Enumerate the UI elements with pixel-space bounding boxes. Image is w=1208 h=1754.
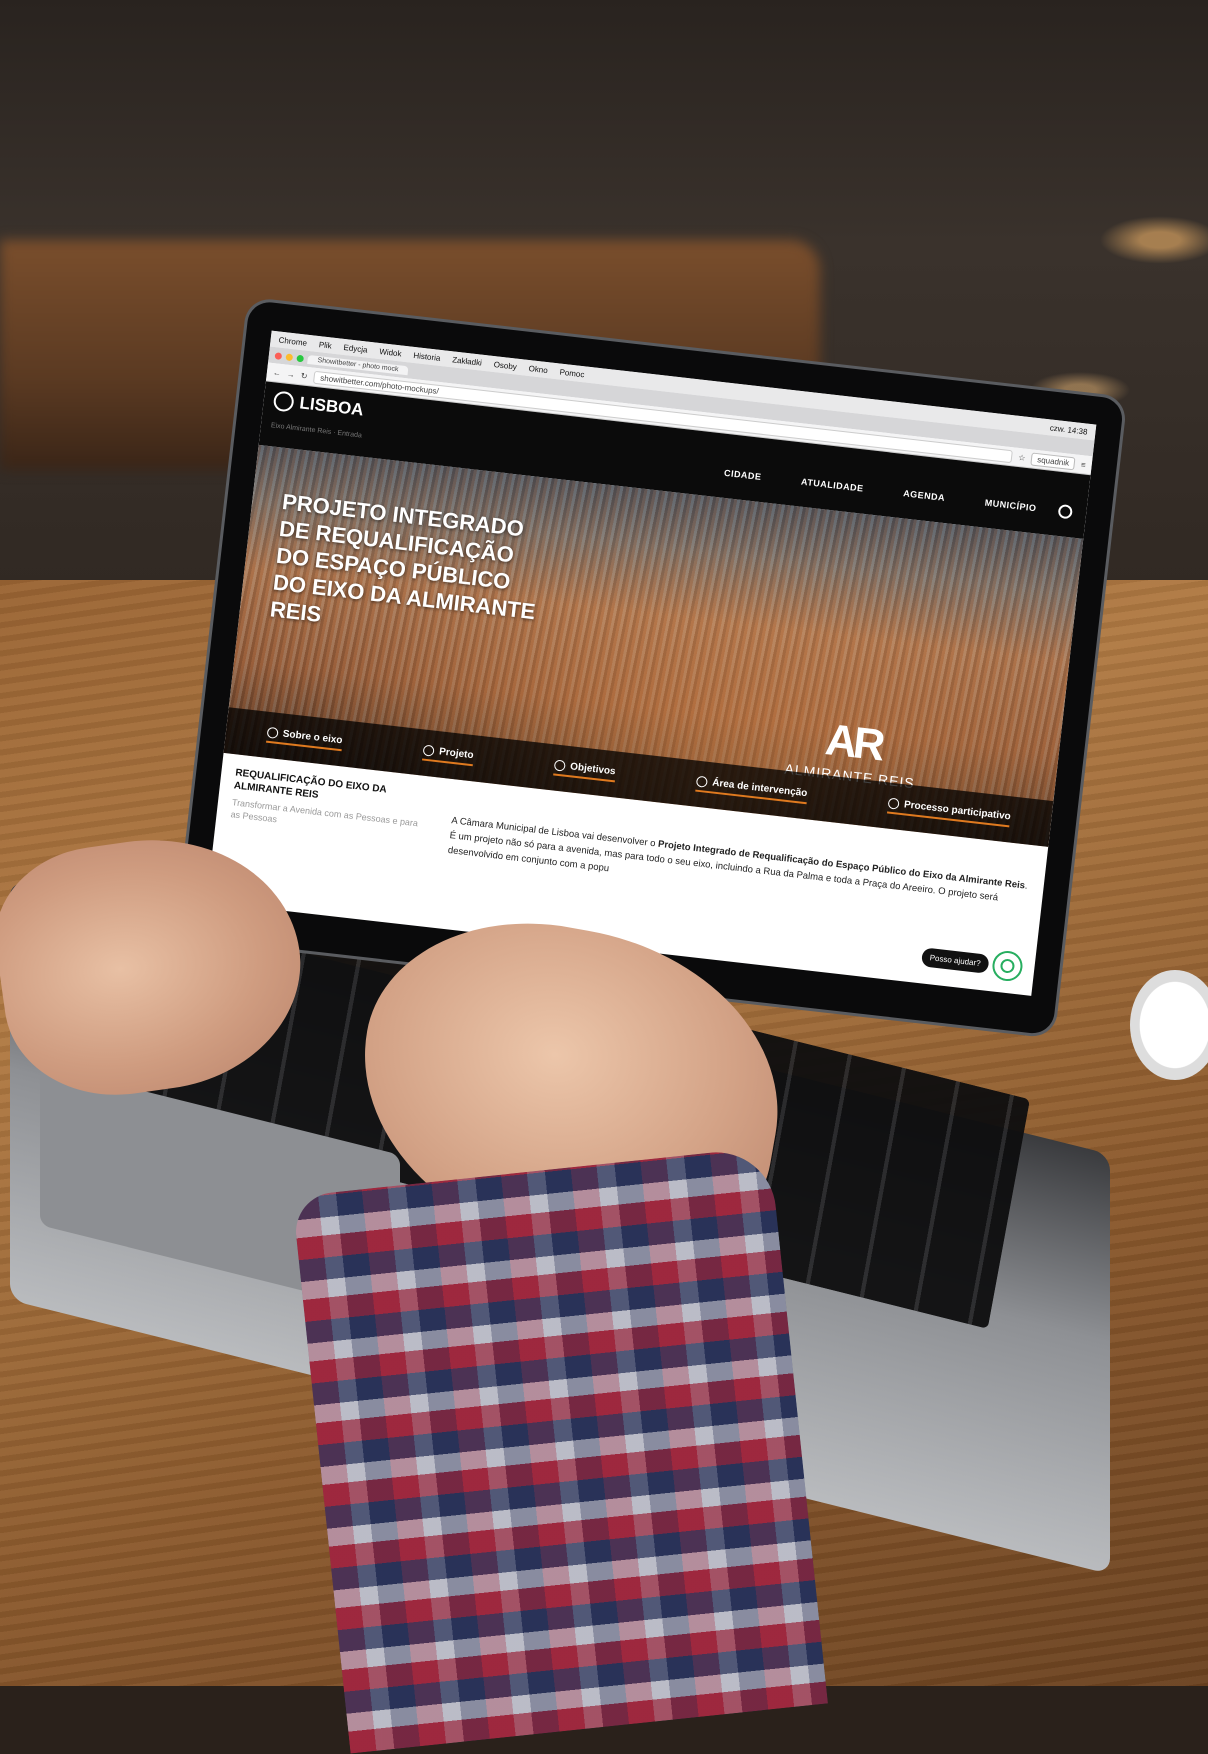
tab-processo-participativo[interactable]: Processo participativo [886,797,1012,828]
half-circle-icon [422,744,435,757]
back-icon[interactable]: ← [272,368,281,378]
nav-atualidade[interactable]: ATUALIDADE [801,477,865,494]
minimize-window-icon[interactable] [285,352,294,361]
menu-item[interactable]: Zakładki [452,355,483,367]
profile-button[interactable]: squadnik [1030,452,1076,470]
help-button[interactable] [990,949,1025,983]
menu-item[interactable]: Widok [379,347,402,358]
nav-cidade[interactable]: CIDADE [724,468,762,482]
tab-projeto[interactable]: Projeto [422,744,475,767]
nav-municipio[interactable]: MUNICÍPIO [984,498,1037,514]
search-icon[interactable] [1057,503,1074,520]
intro-heading-block: REQUALIFICAÇÃO DO EIXO DA ALMIRANTE REIS… [229,766,425,854]
user-icon [999,958,1016,974]
tab-area-de-intervencao[interactable]: Área de intervenção [695,775,808,805]
site-logo-text: LISBOA [298,393,365,420]
bookmark-star-icon[interactable]: ☆ [1018,453,1026,463]
check-circle-icon [553,759,566,772]
forward-icon[interactable]: → [286,369,295,379]
laptop-lid: Chrome Plik Edycja Widok Historia Zakład… [177,300,1125,1036]
plaid-shirt-sleeve [292,1146,828,1754]
menu-item[interactable]: Okno [528,364,548,375]
menu-item[interactable]: Pomoc [559,367,585,379]
reload-icon[interactable]: ↻ [300,371,308,381]
help-widget[interactable]: Posso ajudar? [920,941,1025,983]
tab-label: Sobre o eixo [282,728,344,747]
tab-sobre-o-eixo[interactable]: Sobre o eixo [265,726,344,752]
close-window-icon[interactable] [274,351,283,360]
tab-label: Objetivos [569,761,617,778]
intro-text: . É um projeto não só para a avenida, ma… [447,830,1029,904]
zoom-window-icon[interactable] [296,354,305,362]
hero-title: PROJETO INTEGRADO DE REQUALIFICAÇÃO DO E… [268,489,537,628]
browser-menu-icon[interactable]: ≡ [1081,460,1087,469]
system-clock: czw. 14:38 [1049,422,1088,437]
menu-item[interactable]: Osoby [493,360,517,372]
menu-item[interactable]: Plik [318,340,332,350]
nav-agenda[interactable]: AGENDA [903,488,946,503]
menu-item[interactable]: Historia [413,350,441,362]
triangle-circle-icon [887,797,900,810]
help-label[interactable]: Posso ajudar? [920,946,990,974]
breadcrumb[interactable]: Eixo Almirante Reis · Entrada [271,422,363,439]
target-icon [695,775,708,788]
menu-item[interactable]: Chrome [278,335,307,347]
clock-icon [266,726,279,739]
site-logo[interactable]: LISBOA [272,390,365,420]
menu-item[interactable]: Edycja [343,342,368,354]
tab-label: Área de intervenção [711,777,808,800]
laptop-screen: Chrome Plik Edycja Widok Historia Zakład… [206,330,1097,996]
tab-objetivos[interactable]: Objetivos [553,759,617,783]
lisboa-emblem-icon [272,390,295,413]
tab-label: Projeto [438,746,475,762]
tab-label: Processo participativo [903,799,1012,823]
